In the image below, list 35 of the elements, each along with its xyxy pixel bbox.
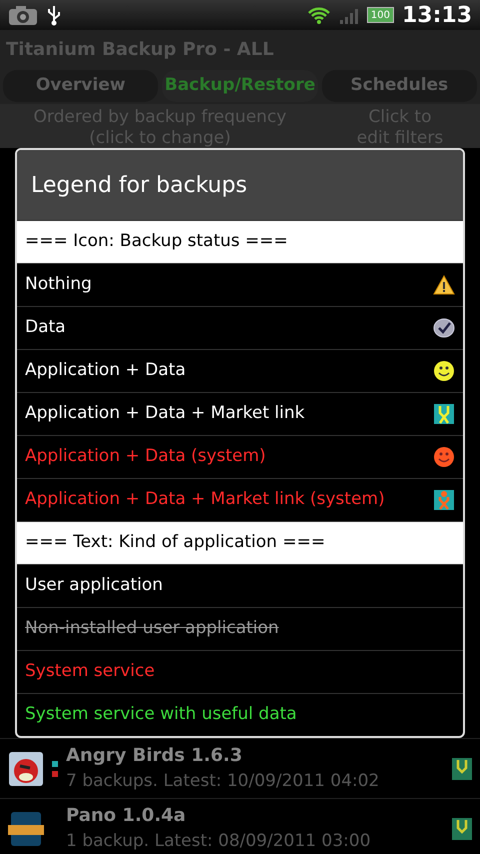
folder-icon [8, 810, 44, 846]
app-name: Pano 1.0.4a [66, 804, 187, 828]
legend-label: User application [25, 574, 163, 598]
battery-icon: 100 [366, 7, 394, 23]
legend-label: Application + Data (system) [25, 445, 266, 468]
legend-label: System service with useful data [25, 703, 297, 726]
section-header: === Text: Kind of application === [25, 531, 326, 554]
legend-label: Application + Data + Market link [25, 402, 305, 426]
legend-label: Application + Data [25, 359, 186, 382]
legend-label: Data [25, 316, 66, 340]
app-name: Angry Birds 1.6.3 [66, 744, 244, 768]
legend-label: Application + Data + Market link (system) [25, 488, 385, 512]
legend-label: System service [25, 660, 155, 684]
market-marker [52, 760, 58, 766]
tab[interactable]: Schedules [322, 70, 477, 102]
smiley-icon [433, 360, 455, 382]
system-marker [52, 770, 58, 776]
dialog-title: Legend for backups [31, 172, 248, 200]
section-header: === Icon: Backup status === [25, 230, 288, 254]
smiley-icon [433, 446, 455, 468]
backup-info: 1 backup. Latest: 08/09/2011 03:00 [66, 830, 372, 854]
wifi-icon [306, 5, 331, 25]
tab[interactable]: Overview [3, 70, 158, 102]
backup-info: 7 backups. Latest: 10/09/2011 04:02 [66, 770, 380, 794]
warning-icon [433, 274, 455, 296]
clock: 13:13 [402, 2, 472, 30]
legend-label: Non-installed user application [25, 617, 279, 640]
check-icon [433, 317, 455, 339]
tab[interactable]: Backup/Restore [162, 70, 318, 102]
legend-label: Nothing [25, 273, 92, 296]
app-row[interactable]: Angry Birds 1.6.3 7 backups. Latest: 10/09/2011 04:02 [0, 738, 480, 798]
bird-icon [8, 750, 44, 786]
app-row[interactable]: Pano 1.0.4a 1 backup. Latest: 08/09/2011 03:00 [0, 798, 480, 854]
camera-icon [8, 4, 38, 26]
usb-icon [46, 4, 62, 26]
